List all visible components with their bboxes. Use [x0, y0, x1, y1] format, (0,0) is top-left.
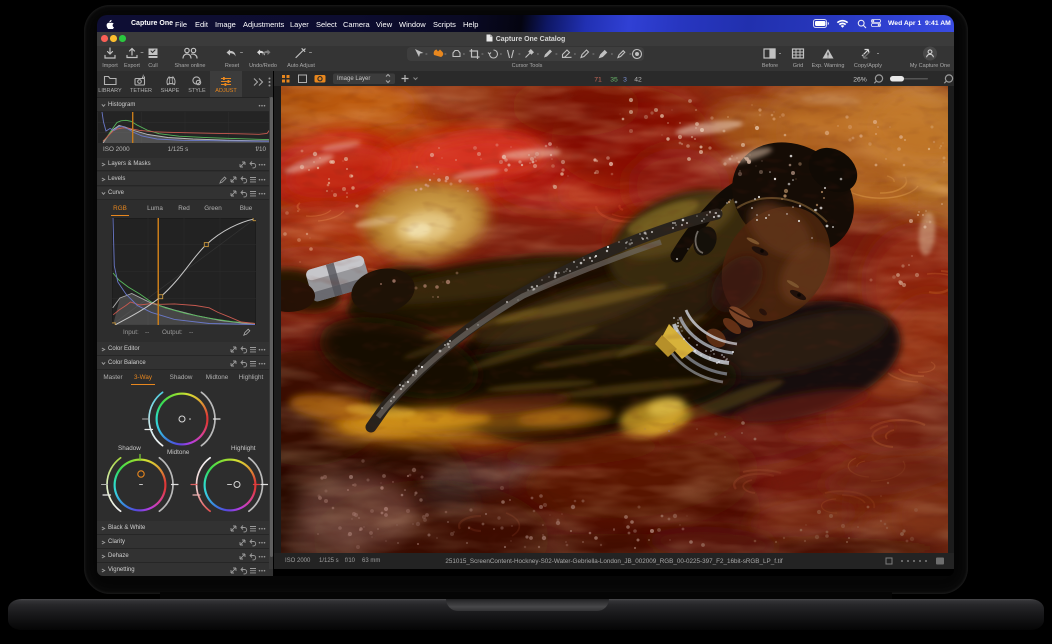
- svg-text:35: 35: [610, 77, 618, 84]
- svg-text:3: 3: [623, 77, 627, 84]
- svg-text:71: 71: [594, 77, 602, 84]
- svg-text:26%: 26%: [853, 77, 867, 84]
- svg-text:42: 42: [634, 77, 642, 84]
